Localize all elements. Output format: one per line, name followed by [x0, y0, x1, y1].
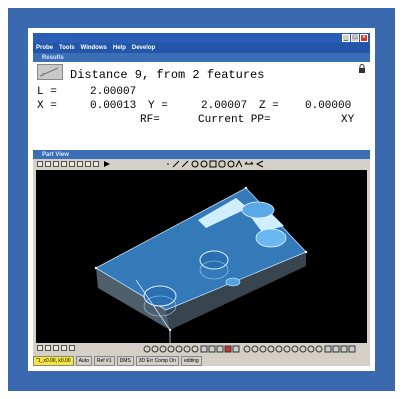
status-coordinates: "1_x0.00, k0.00	[33, 355, 74, 366]
zoom-tool-icon[interactable]	[53, 161, 59, 167]
x-label: X =	[37, 100, 57, 112]
y-label: Y =	[148, 100, 168, 112]
current-pp-value: XY	[341, 114, 355, 126]
part-view-viewport[interactable]	[36, 170, 367, 346]
menu-probe[interactable]: Probe	[36, 43, 53, 53]
settings-icon[interactable]	[69, 345, 75, 351]
app-window: _ □ × Probe Tools Windows Help Develop R…	[33, 33, 370, 366]
print-icon[interactable]	[61, 345, 67, 351]
status-dms: DMS	[116, 355, 134, 366]
view-toolbar	[33, 159, 370, 169]
status-ref: Ref #1	[93, 355, 115, 366]
maximize-button[interactable]: □	[351, 34, 359, 42]
bottom-toolbar	[33, 343, 370, 355]
grid-tool-icon[interactable]	[93, 161, 99, 167]
hide-tool-icon[interactable]	[77, 161, 83, 167]
x-value: 0.00013	[90, 100, 137, 112]
new-icon[interactable]	[37, 345, 43, 351]
part-view-panel-title[interactable]: Part View	[33, 150, 370, 159]
menu-help[interactable]: Help	[113, 43, 126, 53]
open-icon[interactable]	[45, 345, 51, 351]
fit-tool-icon[interactable]	[61, 161, 67, 167]
menu-develop[interactable]: Develop	[132, 43, 155, 53]
part-3d-model	[94, 186, 308, 346]
drawing-tools-icons[interactable]	[165, 160, 285, 168]
play-icon[interactable]	[103, 160, 111, 168]
lock-icon	[359, 64, 365, 73]
menu-windows[interactable]: Windows	[81, 43, 107, 53]
window-titlebar: _ □ ×	[33, 33, 370, 43]
z-label: Z =	[259, 100, 279, 112]
outer-frame: _ □ × Probe Tools Windows Help Develop R…	[8, 8, 395, 391]
measurement-heading: Distance 9, from 2 features	[70, 68, 265, 82]
status-editing: editing	[180, 355, 202, 366]
zoom-controls-icons[interactable]	[143, 345, 363, 353]
save-icon[interactable]	[53, 345, 59, 351]
y-value: 2.00007	[201, 100, 248, 112]
part-view-title-label: Part View	[42, 151, 69, 158]
rotate-tool-icon[interactable]	[69, 161, 75, 167]
l-label: L =	[37, 86, 57, 98]
results-title-label: Results	[42, 54, 64, 61]
menu-bar: Probe Tools Windows Help Develop	[33, 43, 370, 53]
status-mode: Auto	[75, 355, 92, 366]
status-bar: "1_x0.00, k0.00 Auto Ref #1 DMS 3D Err C…	[33, 355, 370, 366]
select-tool-icon[interactable]	[37, 161, 43, 167]
status-err-comp: 3D Err Comp On	[135, 355, 179, 366]
close-button[interactable]: ×	[360, 34, 368, 42]
shade-tool-icon[interactable]	[85, 161, 91, 167]
minimize-button[interactable]: _	[342, 34, 350, 42]
inner-border: _ □ × Probe Tools Windows Help Develop R…	[28, 28, 375, 371]
l-value: 2.00007	[90, 86, 137, 98]
window-buttons: _ □ ×	[342, 34, 368, 42]
pan-tool-icon[interactable]	[45, 161, 51, 167]
z-value: 0.00000	[305, 100, 352, 112]
rf-label: RF=	[140, 114, 160, 126]
menu-tools[interactable]: Tools	[59, 43, 75, 53]
current-pp-label: Current PP=	[198, 114, 271, 126]
results-panel-title[interactable]: Results	[33, 53, 370, 62]
results-panel: Distance 9, from 2 features L = 2.00007 …	[33, 62, 370, 150]
feature-icon	[37, 64, 63, 80]
